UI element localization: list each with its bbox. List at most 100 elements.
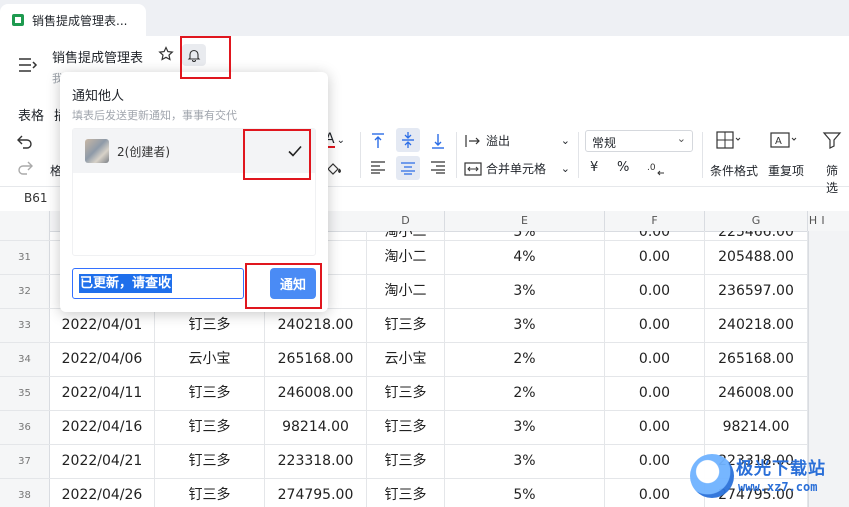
- table-cell[interactable]: 淘小二: [367, 241, 445, 274]
- table-cell[interactable]: 钉三多: [155, 309, 265, 342]
- chevron-down-icon: ⌄: [560, 162, 570, 175]
- table-cell[interactable]: 265168.00: [705, 343, 808, 376]
- table-cell[interactable]: 云小宝: [367, 343, 445, 376]
- table-cell[interactable]: 2022/04/26: [50, 479, 155, 507]
- chevron-down-icon: ⌄: [560, 134, 570, 147]
- align-top-icon[interactable]: [370, 132, 386, 150]
- table-cell[interactable]: 5%: [445, 479, 605, 507]
- duplicate-icon[interactable]: A: [770, 130, 798, 150]
- column-header-d[interactable]: D: [367, 211, 445, 231]
- table-cell[interactable]: 4%: [445, 241, 605, 274]
- row-number[interactable]: 33: [0, 309, 50, 342]
- select-all-corner[interactable]: [0, 211, 50, 231]
- merge-cells-button[interactable]: 合并单元格 ⌄: [464, 160, 572, 177]
- table-cell[interactable]: 钉三多: [155, 411, 265, 444]
- watermark-logo-icon: [690, 454, 734, 498]
- percent-format-button[interactable]: %: [617, 160, 629, 175]
- table-row: 33 2022/04/01 钉三多 240218.00 钉三多 3% 0.00 240218.…: [0, 309, 849, 343]
- table-cell[interactable]: 3%: [445, 309, 605, 342]
- toolbar-divider: [578, 132, 579, 178]
- column-header-e[interactable]: E: [445, 211, 605, 231]
- column-header-f[interactable]: F: [605, 211, 705, 231]
- conditional-format-icon[interactable]: [716, 130, 742, 150]
- table-cell[interactable]: 98214.00: [705, 411, 808, 444]
- table-cell[interactable]: 246008.00: [705, 377, 808, 410]
- table-cell[interactable]: 240218.00: [705, 309, 808, 342]
- table-cell[interactable]: 223318.00: [265, 445, 367, 478]
- table-cell[interactable]: 3%: [445, 231, 605, 240]
- annotation-box-bell: [180, 36, 231, 79]
- table-cell[interactable]: 淘小二: [367, 275, 445, 308]
- undo-icon[interactable]: [16, 132, 34, 150]
- align-center-icon[interactable]: [396, 156, 420, 180]
- table-cell[interactable]: 98214.00: [265, 411, 367, 444]
- row-number[interactable]: 36: [0, 411, 50, 444]
- table-cell[interactable]: 0.00: [605, 231, 705, 240]
- decimal-decrease-icon[interactable]: .0: [646, 160, 666, 176]
- align-bottom-icon[interactable]: [430, 132, 446, 150]
- table-cell[interactable]: 240218.00: [265, 309, 367, 342]
- table-cell[interactable]: 2%: [445, 343, 605, 376]
- table-cell[interactable]: 246008.00: [265, 377, 367, 410]
- align-left-icon[interactable]: [370, 160, 386, 174]
- table-cell[interactable]: 2022/04/21: [50, 445, 155, 478]
- column-header-i[interactable]: I: [818, 211, 828, 231]
- duplicate-label[interactable]: 重复项: [768, 162, 804, 179]
- column-header-h[interactable]: H: [808, 211, 818, 231]
- table-cell[interactable]: 钉三多: [155, 479, 265, 507]
- table-cell[interactable]: 0.00: [605, 343, 705, 376]
- redo-icon[interactable]: [16, 158, 34, 176]
- table-cell[interactable]: 钉三多: [367, 309, 445, 342]
- table-cell[interactable]: 0.00: [605, 309, 705, 342]
- tab-title: 销售提成管理表...: [32, 13, 128, 28]
- table-cell[interactable]: 225466.00: [705, 231, 808, 240]
- table-cell[interactable]: 236597.00: [705, 275, 808, 308]
- table-cell[interactable]: 0.00: [605, 377, 705, 410]
- table-cell[interactable]: 钉三多: [367, 479, 445, 507]
- filter-icon[interactable]: [822, 130, 846, 150]
- menu-expand-icon[interactable]: [17, 56, 39, 74]
- table-cell[interactable]: 265168.00: [265, 343, 367, 376]
- row-number[interactable]: 38: [0, 479, 50, 507]
- star-icon[interactable]: [158, 46, 174, 62]
- table-cell[interactable]: 3%: [445, 411, 605, 444]
- align-middle-icon[interactable]: [396, 128, 420, 152]
- table-cell[interactable]: 云小宝: [155, 343, 265, 376]
- currency-format-button[interactable]: ¥: [590, 160, 598, 175]
- overflow-button[interactable]: 溢出 ⌄: [464, 132, 572, 149]
- table-cell[interactable]: 钉三多: [367, 445, 445, 478]
- table-cell[interactable]: 2022/04/16: [50, 411, 155, 444]
- table-cell[interactable]: 0.00: [605, 411, 705, 444]
- popup-hint: 填表后发送更新通知，事事有交代: [72, 109, 237, 122]
- conditional-format-label[interactable]: 条件格式: [710, 162, 758, 179]
- table-cell[interactable]: 0.00: [605, 241, 705, 274]
- table-cell[interactable]: 钉三多: [155, 445, 265, 478]
- table-cell[interactable]: 2022/04/01: [50, 309, 155, 342]
- table-cell[interactable]: 3%: [445, 445, 605, 478]
- row-number[interactable]: 35: [0, 377, 50, 410]
- row-number[interactable]: 32: [0, 275, 50, 308]
- table-cell[interactable]: 2%: [445, 377, 605, 410]
- table-cell[interactable]: 钉三多: [367, 377, 445, 410]
- table-cell[interactable]: 274795.00: [265, 479, 367, 507]
- document-title[interactable]: 销售提成管理表: [52, 47, 143, 66]
- table-cell[interactable]: 2022/04/11: [50, 377, 155, 410]
- overflow-label: 溢出: [486, 134, 511, 148]
- row-number[interactable]: 34: [0, 343, 50, 376]
- table-cell[interactable]: 2022/04/06: [50, 343, 155, 376]
- column-header-g[interactable]: G: [705, 211, 808, 231]
- menu-item-table[interactable]: 表格: [18, 105, 44, 124]
- browser-tab[interactable]: 销售提成管理表...: [0, 4, 146, 36]
- fill-color-icon[interactable]: [325, 160, 345, 176]
- number-format-select[interactable]: 常规 ⌄: [585, 130, 693, 152]
- table-cell[interactable]: 205488.00: [705, 241, 808, 274]
- table-cell[interactable]: 钉三多: [155, 377, 265, 410]
- table-cell[interactable]: 3%: [445, 275, 605, 308]
- align-right-icon[interactable]: [430, 160, 446, 174]
- row-number[interactable]: 31: [0, 241, 50, 274]
- table-cell[interactable]: 0.00: [605, 275, 705, 308]
- row-number[interactable]: 37: [0, 445, 50, 478]
- cell-reference[interactable]: B61: [24, 191, 48, 205]
- table-cell[interactable]: 淘小二: [367, 231, 445, 240]
- table-cell[interactable]: 钉三多: [367, 411, 445, 444]
